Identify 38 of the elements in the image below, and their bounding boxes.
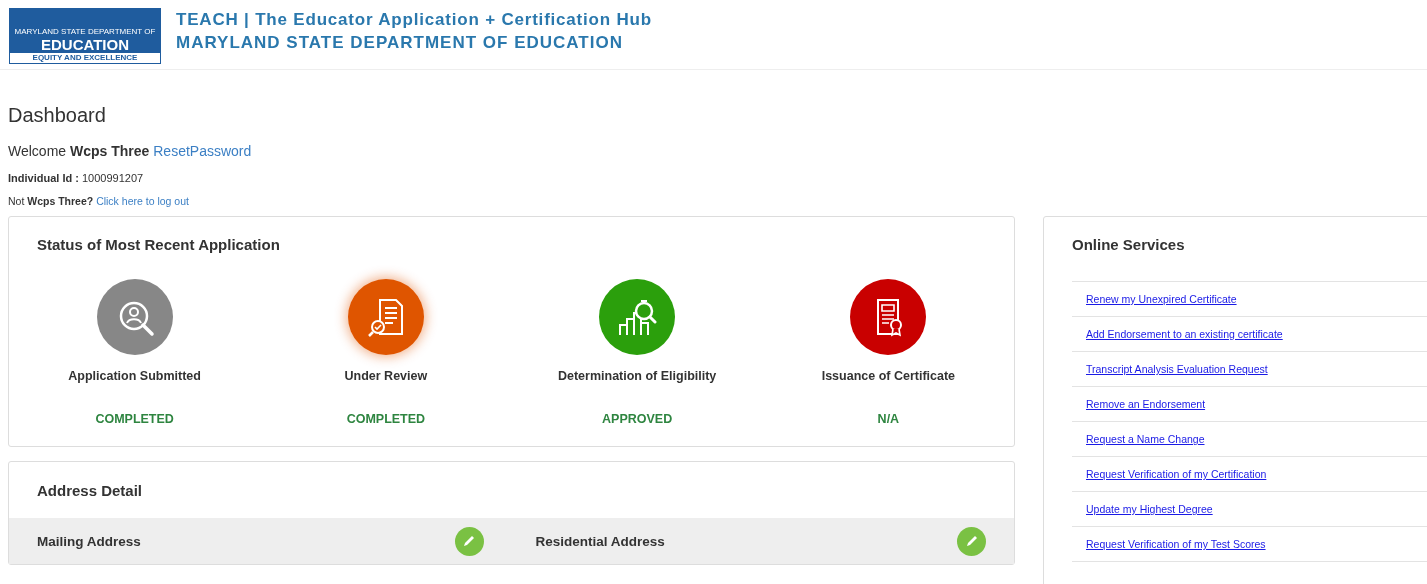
step-status: COMPLETED bbox=[346, 412, 426, 426]
edit-button[interactable] bbox=[454, 526, 484, 556]
address-label: Mailing Address bbox=[37, 533, 141, 549]
service-link[interactable]: Remove an Endorsement bbox=[1086, 398, 1206, 410]
step-status: COMPLETED bbox=[95, 412, 174, 426]
id-value: 1000991207 bbox=[81, 172, 144, 184]
service-link[interactable]: Transcript Analysis Evaluation Request bbox=[1086, 363, 1268, 375]
step-label: Under Review bbox=[344, 369, 428, 383]
reset-password-link[interactable]: ResetPassword bbox=[153, 143, 252, 159]
service-link[interactable]: Update my Highest Degree bbox=[1086, 503, 1213, 515]
service-link[interactable]: Request Verification of my Test Scores bbox=[1086, 538, 1266, 550]
page-title: Dashboard bbox=[8, 104, 107, 127]
logout-link[interactable]: Click here to log out bbox=[96, 195, 189, 207]
site-subtitle: MARYLAND STATE DEPARTMENT OF EDUCATION bbox=[176, 33, 624, 53]
chart-search-icon bbox=[617, 297, 658, 337]
service-link[interactable]: Add Endorsement to an existing certificate bbox=[1086, 328, 1283, 340]
service-link[interactable]: Renew my Unexpired Certificate bbox=[1086, 293, 1237, 305]
logo-text: EDUCATION bbox=[40, 36, 130, 53]
panel-title: Address Detail bbox=[36, 481, 144, 501]
logo-tagline: EQUITY AND EXCELLENCE bbox=[10, 52, 160, 63]
pencil-icon bbox=[964, 534, 979, 548]
service-link[interactable]: Request Verification of my Certification bbox=[1086, 468, 1267, 480]
logout-text: Not Wcps Three? bbox=[8, 195, 94, 207]
step-label: Issuance of Certificate bbox=[821, 369, 956, 383]
service-link[interactable]: Request a Name Change bbox=[1086, 433, 1205, 445]
panel-title: Online Services bbox=[1071, 235, 1186, 255]
id-label: Individual Id : bbox=[8, 172, 79, 184]
step-label: Application Submitted bbox=[68, 369, 201, 383]
edit-button[interactable] bbox=[957, 526, 986, 556]
step-status: APPROVED bbox=[602, 412, 673, 426]
step-label: Determination of Eligibility bbox=[557, 369, 717, 383]
pencil-icon bbox=[462, 534, 476, 548]
address-label: Residential Address bbox=[535, 533, 665, 549]
site-title: TEACH | The Educator Application + Certification Hub bbox=[176, 10, 652, 30]
step-status: N/A bbox=[877, 412, 900, 426]
logo-text: MARYLAND STATE DEPARTMENT OF bbox=[14, 26, 156, 37]
welcome-text: Welcome Wcps Three bbox=[8, 143, 150, 159]
panel-title: Status of Most Recent Application bbox=[36, 235, 281, 253]
